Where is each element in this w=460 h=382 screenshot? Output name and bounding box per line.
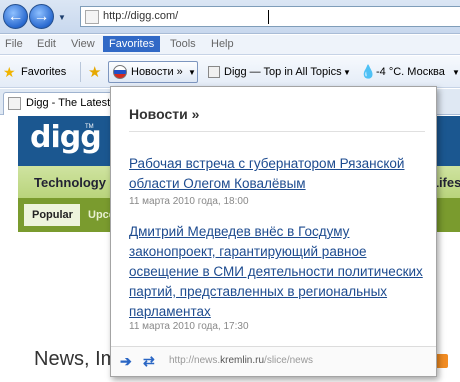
page-favicon-icon (85, 10, 99, 24)
weather-button[interactable]: -4 °C. Москва (376, 66, 445, 78)
news-item-date: 11 марта 2010 года, 18:00 (129, 196, 249, 207)
forward-button[interactable]: → (29, 4, 54, 29)
feed-preview-popup: Новости » Рабочая встреча с губернатором… (110, 86, 437, 377)
tab-popular[interactable]: Popular (24, 204, 80, 226)
chevron-down-icon[interactable]: ▼ (452, 68, 460, 77)
menu-view[interactable]: View (71, 38, 95, 50)
news-feed-label: Новости » (131, 66, 183, 78)
menu-help[interactable]: Help (211, 38, 234, 50)
russian-flag-icon (113, 65, 127, 79)
news-item-link[interactable]: Рабочая встреча с губернатором Рязанской… (129, 154, 429, 194)
text-caret (268, 10, 269, 24)
menu-favorites[interactable]: Favorites (103, 36, 161, 52)
weather-drop-icon: 💧 (360, 64, 377, 79)
favorites-button[interactable]: Favorites (21, 66, 66, 78)
trademark-mark: TM (85, 124, 94, 130)
add-to-favorites-bar-icon[interactable]: ★ (88, 63, 101, 81)
menu-edit[interactable]: Edit (37, 38, 56, 50)
menu-file[interactable]: File (5, 38, 23, 50)
news-item-date: 11 марта 2010 года, 17:30 (129, 321, 249, 332)
digg-feed-button[interactable]: Digg — Top in All Topics (224, 66, 342, 78)
back-arrow-icon: ← (7, 7, 24, 25)
address-field[interactable]: http://digg.com/ (80, 6, 460, 27)
news-feed-button[interactable]: Новости » ▼ (108, 61, 198, 83)
address-toolbar: ← → ▼ http://digg.com/ (0, 0, 460, 34)
history-dropdown-icon[interactable]: ▼ (58, 13, 66, 22)
topic-technology[interactable]: Technology (34, 175, 106, 190)
popup-footer: ➔ ⇄ http://news.kremlin.ru/slice/news (111, 346, 436, 376)
address-url[interactable]: http://digg.com/ (103, 10, 178, 22)
chevron-down-icon[interactable]: ▼ (188, 68, 196, 77)
go-to-feed-icon[interactable]: ➔ (120, 353, 132, 370)
favorites-bar: ★ Favorites ★ Новости » ▼ Digg — Top in … (0, 56, 460, 88)
divider (129, 131, 425, 132)
toolbar-separator (80, 62, 81, 82)
favorites-star-icon[interactable]: ★ (3, 64, 16, 81)
feed-source-url: http://news.kremlin.ru/slice/news (169, 355, 313, 366)
back-button[interactable]: ← (3, 4, 28, 29)
tab-digg[interactable]: Digg - The Latest News (3, 92, 121, 115)
menu-tools[interactable]: Tools (170, 38, 196, 50)
menu-bar: File Edit View Favorites Tools Help (0, 35, 460, 55)
chevron-down-icon[interactable]: ▼ (343, 68, 351, 77)
news-item-link[interactable]: Дмитрий Медведев внёс в Госдуму законопр… (129, 222, 429, 322)
refresh-icon[interactable]: ⇄ (143, 353, 155, 370)
forward-arrow-icon: → (33, 7, 50, 25)
digg-favicon-icon (8, 97, 21, 110)
popup-title[interactable]: Новости » (129, 106, 199, 122)
page-heading: News, Im (34, 348, 118, 370)
digg-favicon-icon (208, 66, 220, 78)
tab-label: Digg - The Latest News (26, 97, 120, 109)
